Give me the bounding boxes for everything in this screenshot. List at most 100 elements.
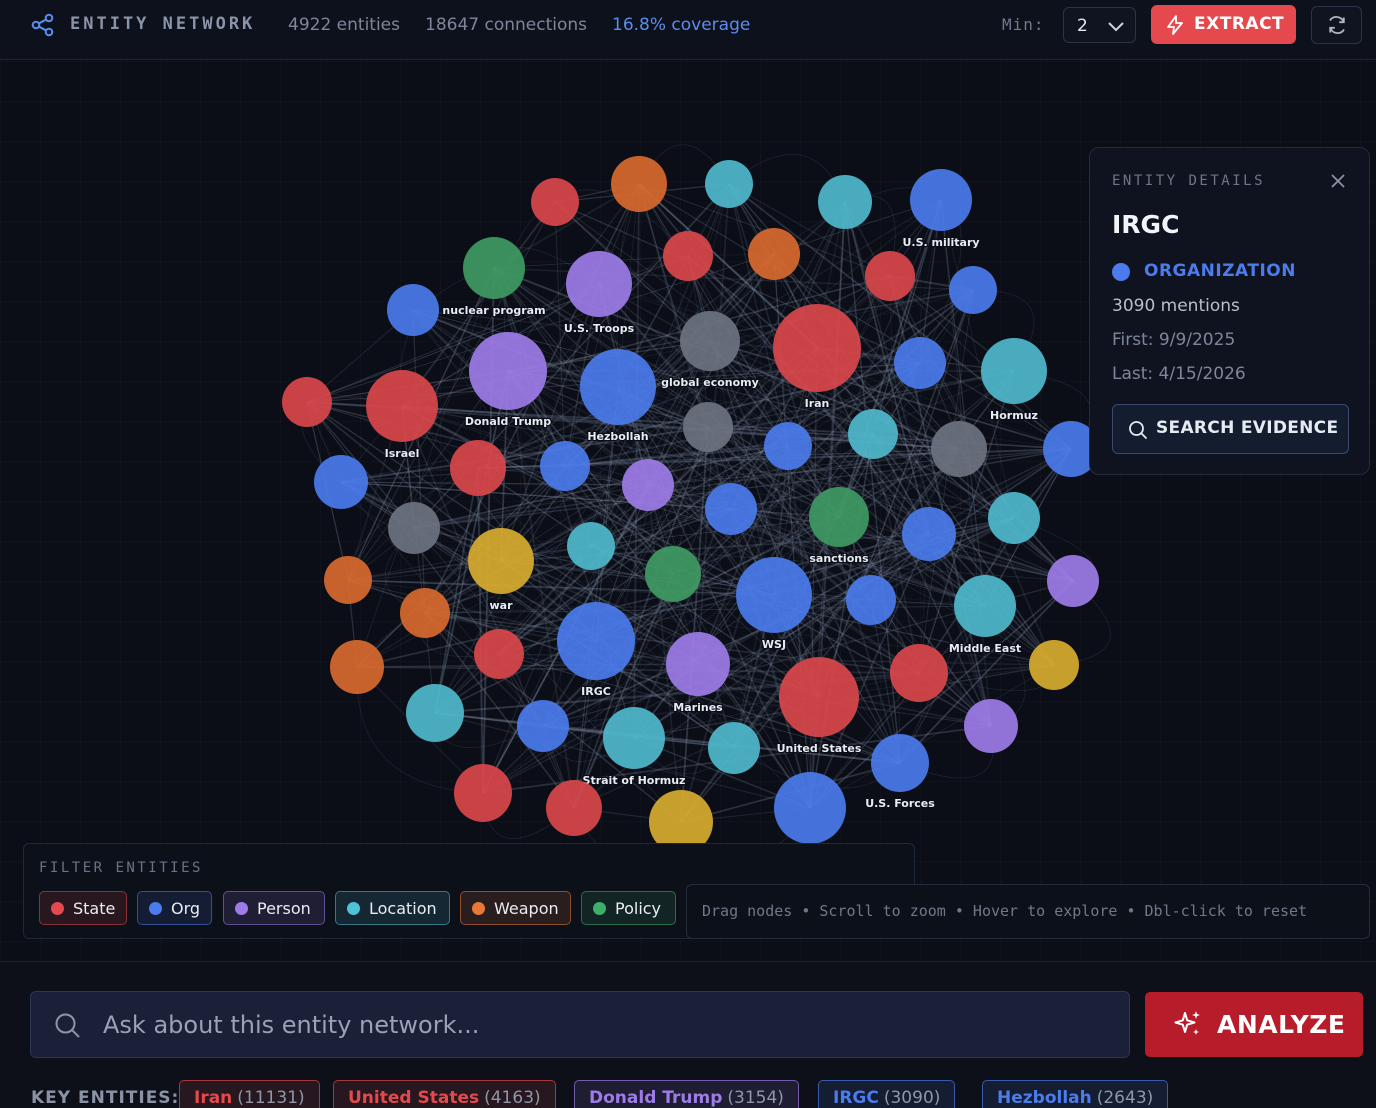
node-circle[interactable] (540, 441, 590, 491)
key-entity-chip[interactable]: Iran (11131) (179, 1080, 320, 1108)
node-circle[interactable] (366, 370, 438, 442)
node-circle[interactable] (474, 629, 524, 679)
ask-field[interactable] (30, 991, 1130, 1058)
graph-node[interactable] (314, 455, 368, 509)
node-circle[interactable] (949, 266, 997, 314)
graph-node[interactable]: nuclear program (441, 237, 547, 318)
node-circle[interactable] (557, 602, 635, 680)
filter-chip-org[interactable]: Org (137, 891, 212, 925)
graph-node[interactable] (622, 459, 674, 511)
filter-chip-location[interactable]: Location (335, 891, 450, 925)
node-circle[interactable] (902, 507, 956, 561)
node-circle[interactable] (818, 175, 872, 229)
filter-chip-weapon[interactable]: Weapon (460, 891, 571, 925)
graph-node[interactable] (1047, 555, 1099, 607)
graph-node[interactable] (517, 700, 569, 752)
graph-node[interactable]: Israel (366, 370, 438, 461)
node-circle[interactable] (988, 492, 1040, 544)
graph-node[interactable] (764, 422, 812, 470)
node-circle[interactable] (931, 421, 987, 477)
graph-node[interactable] (708, 722, 760, 774)
close-icon[interactable] (1330, 173, 1346, 189)
graph-node[interactable]: Hormuz (981, 338, 1047, 423)
node-circle[interactable] (846, 575, 896, 625)
graph-node[interactable]: U.S. military (901, 169, 981, 250)
node-circle[interactable] (546, 780, 602, 836)
filter-chip-policy[interactable]: Policy (581, 891, 676, 925)
graph-node[interactable] (894, 337, 946, 389)
graph-node[interactable] (406, 684, 464, 742)
node-circle[interactable] (566, 251, 632, 317)
graph-node[interactable] (663, 231, 713, 281)
node-circle[interactable] (764, 422, 812, 470)
node-circle[interactable] (645, 546, 701, 602)
graph-node[interactable] (988, 492, 1040, 544)
graph-node[interactable] (705, 160, 753, 208)
graph-node[interactable] (890, 644, 948, 702)
min-select[interactable]: 2 (1063, 7, 1136, 43)
node-circle[interactable] (567, 522, 615, 570)
graph-node[interactable] (474, 629, 524, 679)
node-circle[interactable] (910, 169, 972, 231)
node-circle[interactable] (450, 440, 506, 496)
node-circle[interactable] (388, 502, 440, 554)
graph-node[interactable] (774, 772, 846, 844)
node-circle[interactable] (666, 632, 730, 696)
node-circle[interactable] (774, 772, 846, 844)
filter-chip-state[interactable]: State (39, 891, 127, 925)
graph-node[interactable] (531, 178, 579, 226)
node-circle[interactable] (736, 557, 812, 633)
node-circle[interactable] (611, 156, 667, 212)
node-circle[interactable] (1047, 555, 1099, 607)
node-circle[interactable] (705, 160, 753, 208)
node-circle[interactable] (1029, 640, 1079, 690)
node-circle[interactable] (708, 722, 760, 774)
graph-node[interactable] (1029, 640, 1079, 690)
refresh-button[interactable] (1311, 6, 1362, 44)
ask-input[interactable] (103, 1004, 1103, 1046)
node-circle[interactable] (680, 311, 740, 371)
graph-node[interactable] (387, 284, 439, 336)
key-entity-chip[interactable]: IRGC (3090) (818, 1080, 956, 1108)
graph-node[interactable] (645, 546, 701, 602)
node-circle[interactable] (871, 734, 929, 792)
node-circle[interactable] (748, 228, 800, 280)
node-circle[interactable] (964, 699, 1018, 753)
node-circle[interactable] (330, 640, 384, 694)
node-circle[interactable] (773, 304, 861, 392)
graph-node[interactable]: sanctions (808, 487, 870, 566)
node-circle[interactable] (705, 483, 757, 535)
graph-node[interactable] (454, 764, 512, 822)
node-circle[interactable] (282, 377, 332, 427)
graph-node[interactable] (748, 228, 800, 280)
node-circle[interactable] (517, 700, 569, 752)
graph-node[interactable]: war (468, 528, 534, 613)
graph-node[interactable] (611, 156, 667, 212)
graph-node[interactable]: Marines (666, 632, 730, 715)
graph-node[interactable] (400, 588, 450, 638)
graph-node[interactable] (949, 266, 997, 314)
graph-node[interactable]: United States (775, 657, 863, 756)
node-circle[interactable] (406, 684, 464, 742)
graph-node[interactable] (931, 421, 987, 477)
node-circle[interactable] (531, 178, 579, 226)
graph-node[interactable]: Strait of Hormuz (581, 707, 687, 788)
search-evidence-button[interactable]: SEARCH EVIDENCE (1112, 404, 1349, 454)
graph-node[interactable] (450, 440, 506, 496)
node-circle[interactable] (622, 459, 674, 511)
analyze-button[interactable]: ANALYZE (1145, 992, 1363, 1057)
key-entity-chip[interactable]: Hezbollah (2643) (982, 1080, 1169, 1108)
graph-node[interactable] (902, 507, 956, 561)
graph-node[interactable] (846, 575, 896, 625)
node-circle[interactable] (890, 644, 948, 702)
key-entity-chip[interactable]: United States (4163) (333, 1080, 556, 1108)
node-circle[interactable] (454, 764, 512, 822)
node-circle[interactable] (314, 455, 368, 509)
node-circle[interactable] (683, 402, 733, 452)
extract-button[interactable]: EXTRACT (1151, 5, 1296, 44)
graph-node[interactable] (282, 377, 332, 427)
graph-node[interactable] (540, 441, 590, 491)
graph-node[interactable] (964, 699, 1018, 753)
key-entity-chip[interactable]: Donald Trump (3154) (574, 1080, 799, 1108)
node-circle[interactable] (603, 707, 665, 769)
